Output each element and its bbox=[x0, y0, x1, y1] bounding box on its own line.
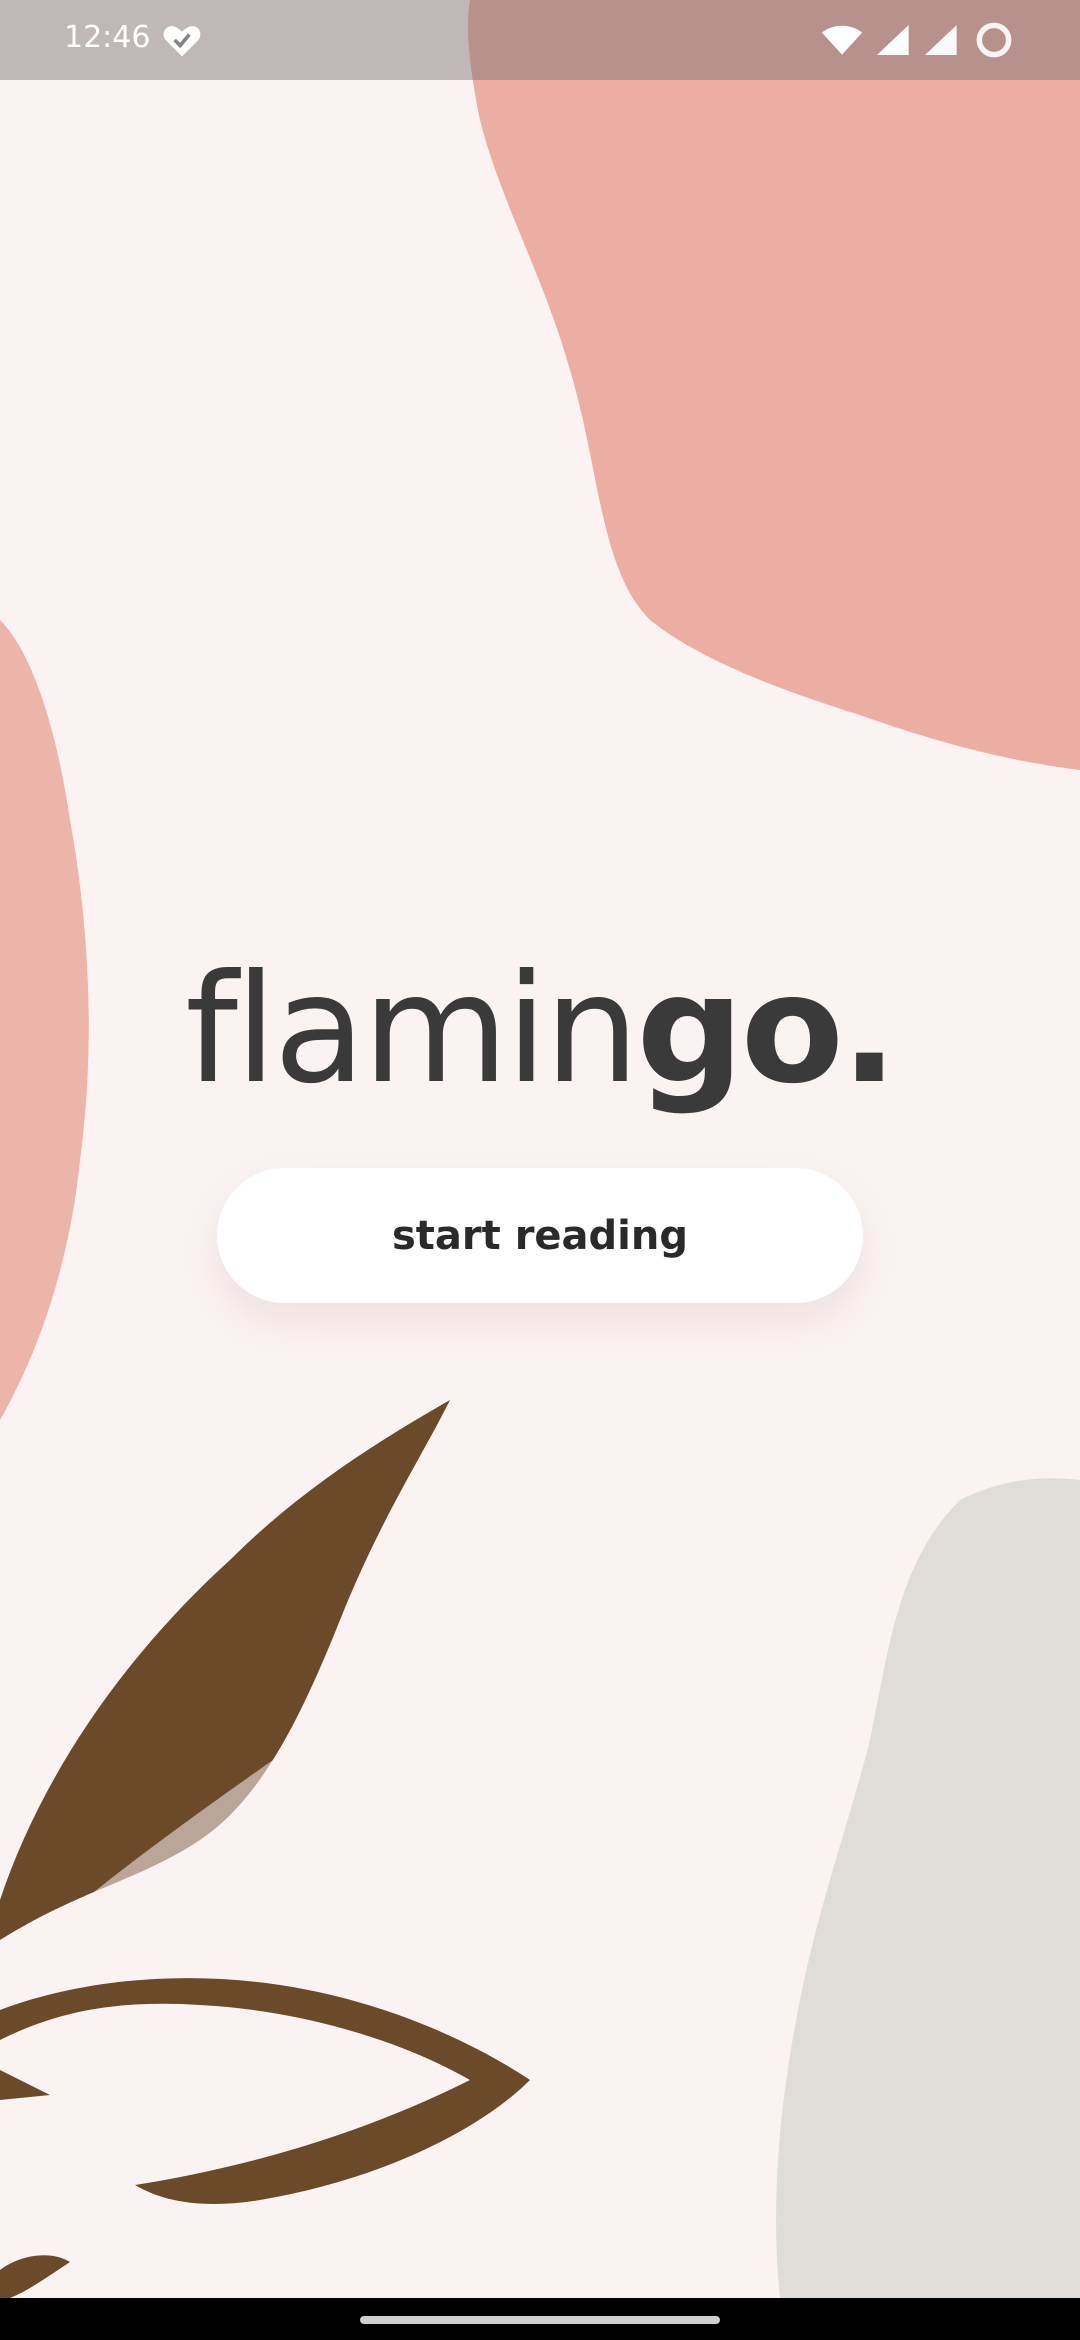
gray-blob-bottom-right bbox=[776, 1478, 1080, 2298]
pink-blob-top-right bbox=[468, 0, 1080, 770]
logo-text-bold: go. bbox=[636, 943, 897, 1117]
loading-icon bbox=[976, 22, 1012, 58]
signal-icon bbox=[925, 25, 957, 55]
home-indicator[interactable] bbox=[360, 2316, 720, 2324]
leaf-illustration bbox=[0, 1400, 530, 2298]
status-bar: 12:46 bbox=[0, 0, 1080, 80]
status-icons bbox=[820, 18, 1040, 62]
start-reading-label: start reading bbox=[392, 1212, 688, 1259]
logo-text-light: flamin bbox=[185, 943, 639, 1117]
heart-icon bbox=[163, 26, 201, 57]
status-time: 12:46 bbox=[64, 20, 151, 55]
app-logo: flamingo. bbox=[0, 945, 1080, 1115]
wifi-icon bbox=[821, 25, 863, 55]
start-reading-button[interactable]: start reading bbox=[217, 1168, 863, 1303]
signal-icon bbox=[877, 25, 909, 55]
